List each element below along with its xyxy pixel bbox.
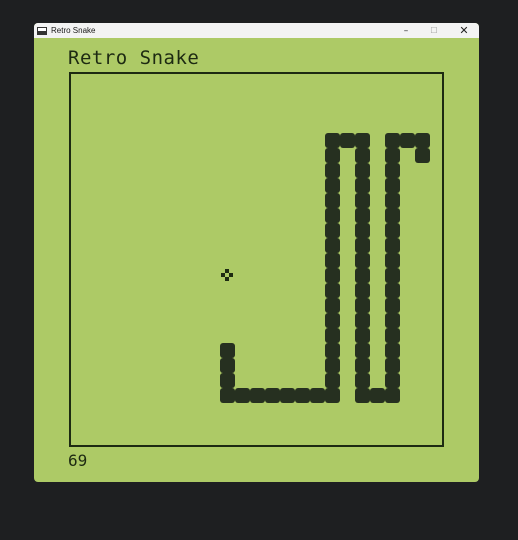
- snake-segment: [385, 163, 400, 178]
- snake-segment: [355, 223, 370, 238]
- snake-segment: [355, 298, 370, 313]
- snake-segment: [385, 178, 400, 193]
- snake-segment: [385, 283, 400, 298]
- snake-segment: [250, 388, 265, 403]
- title-bar[interactable]: Retro Snake – ☐ ✕: [34, 23, 479, 38]
- game-window: Retro Snake – ☐ ✕ Retro Snake 69: [34, 23, 479, 482]
- snake-segment: [325, 328, 340, 343]
- snake-segment: [385, 328, 400, 343]
- snake-segment: [385, 298, 400, 313]
- snake-segment: [325, 388, 340, 403]
- food-item: [221, 269, 234, 282]
- snake-segment: [325, 148, 340, 163]
- snake-segment: [385, 268, 400, 283]
- snake-segment: [355, 373, 370, 388]
- snake-segment: [325, 343, 340, 358]
- snake-segment: [385, 193, 400, 208]
- app-icon: [37, 26, 47, 35]
- snake-segment: [355, 343, 370, 358]
- snake-segment: [385, 358, 400, 373]
- snake-segment: [355, 268, 370, 283]
- snake-segment: [220, 373, 235, 388]
- snake-segment: [385, 253, 400, 268]
- snake-segment: [415, 133, 430, 148]
- snake-segment: [385, 223, 400, 238]
- maximize-button[interactable]: ☐: [420, 23, 448, 38]
- snake-segment: [355, 163, 370, 178]
- snake-segment: [385, 238, 400, 253]
- snake-segment: [355, 313, 370, 328]
- snake-segment: [325, 313, 340, 328]
- snake-segment: [220, 343, 235, 358]
- snake-segment: [400, 133, 415, 148]
- snake-segment: [310, 388, 325, 403]
- snake-segment: [325, 283, 340, 298]
- snake-segment: [325, 238, 340, 253]
- minimize-button[interactable]: –: [392, 23, 420, 38]
- window-title: Retro Snake: [51, 26, 96, 35]
- snake-segment: [385, 208, 400, 223]
- snake-segment: [385, 343, 400, 358]
- snake-segment: [355, 358, 370, 373]
- snake-segment: [325, 178, 340, 193]
- snake-segment: [325, 358, 340, 373]
- snake-segment: [325, 253, 340, 268]
- snake-segment: [280, 388, 295, 403]
- snake-segment: [325, 133, 340, 148]
- snake-segment: [325, 298, 340, 313]
- snake-segment: [355, 238, 370, 253]
- snake-segment: [325, 268, 340, 283]
- snake-segment: [265, 388, 280, 403]
- snake-segment: [385, 133, 400, 148]
- snake-segment: [385, 313, 400, 328]
- snake-segment: [355, 133, 370, 148]
- snake-segment: [355, 328, 370, 343]
- snake-segment: [355, 148, 370, 163]
- snake-segment: [220, 358, 235, 373]
- snake-segment: [355, 388, 370, 403]
- snake-segment: [325, 163, 340, 178]
- snake-segment: [340, 133, 355, 148]
- snake-segment: [325, 373, 340, 388]
- snake-segment: [325, 223, 340, 238]
- snake-segment: [385, 373, 400, 388]
- close-button[interactable]: ✕: [450, 23, 478, 38]
- snake-segment: [415, 148, 430, 163]
- snake-segment: [385, 148, 400, 163]
- snake-segment: [355, 208, 370, 223]
- snake-segment: [295, 388, 310, 403]
- score-display: 69: [68, 451, 88, 470]
- game-title: Retro Snake: [68, 47, 200, 69]
- snake-segment: [355, 178, 370, 193]
- snake-segment: [355, 283, 370, 298]
- game-board[interactable]: [69, 72, 444, 447]
- snake-segment: [355, 253, 370, 268]
- snake-segment: [325, 193, 340, 208]
- snake-segment: [325, 208, 340, 223]
- snake-segment: [355, 193, 370, 208]
- snake-segment: [385, 388, 400, 403]
- snake-segment: [235, 388, 250, 403]
- snake-segment: [220, 388, 235, 403]
- snake-segment: [370, 388, 385, 403]
